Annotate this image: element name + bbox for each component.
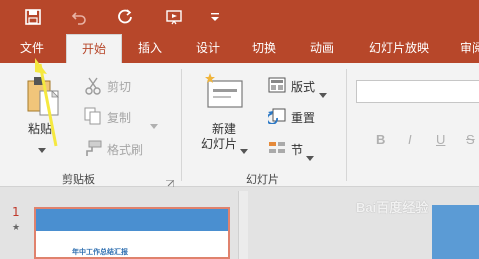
annotation-arrow-icon	[35, 58, 58, 147]
